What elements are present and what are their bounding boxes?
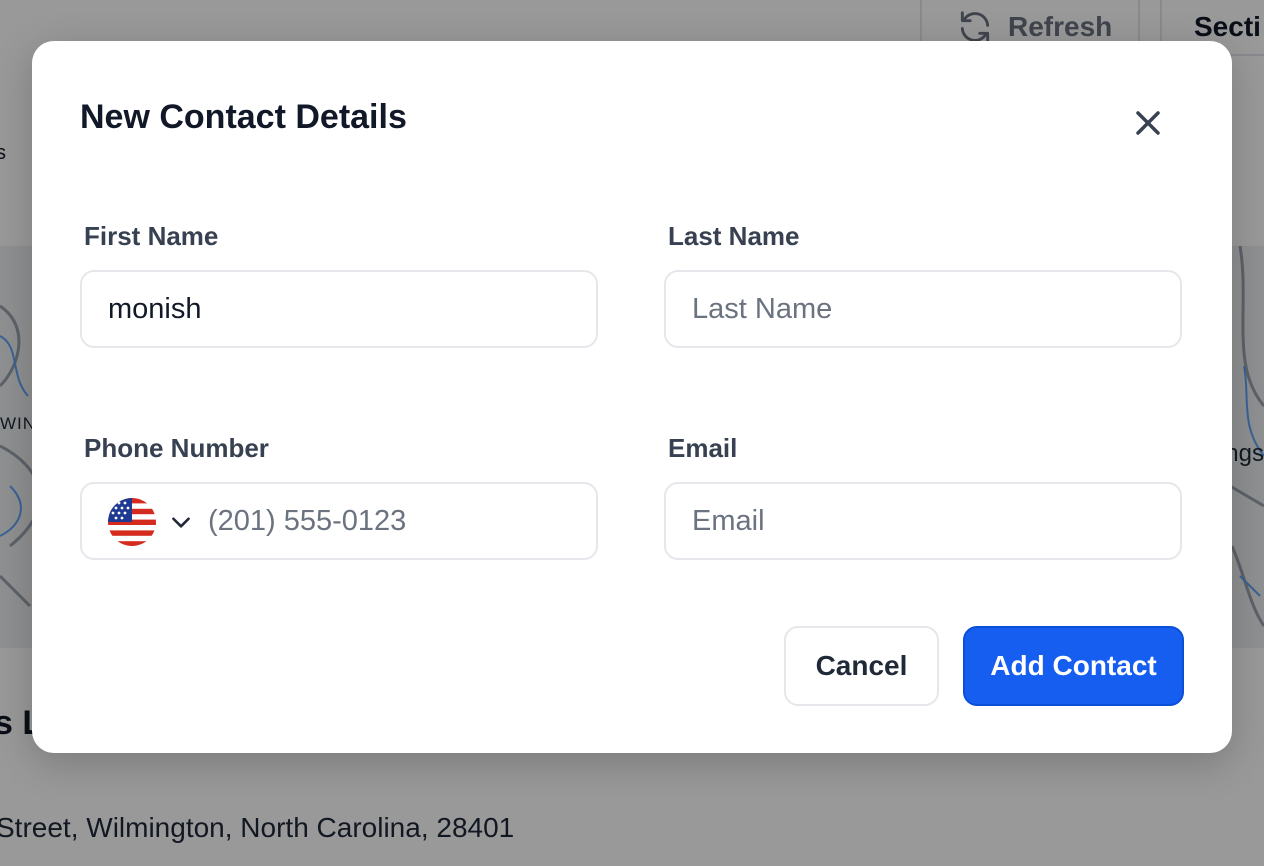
- cancel-button[interactable]: Cancel: [784, 626, 939, 706]
- new-contact-modal: New Contact Details First Name Last Name…: [32, 41, 1232, 753]
- close-button[interactable]: [1128, 103, 1168, 143]
- us-flag-icon: [108, 498, 156, 546]
- first-name-field-container: [80, 270, 598, 348]
- last-name-field-container: [664, 270, 1182, 348]
- last-name-input[interactable]: [666, 272, 1180, 346]
- close-icon: [1136, 111, 1160, 135]
- phone-field-container: [80, 482, 598, 560]
- phone-number-label: Phone Number: [84, 433, 269, 463]
- country-code-select[interactable]: [108, 498, 194, 546]
- first-name-label: First Name: [84, 221, 219, 251]
- page: Refresh Secti s WIN ngs s L: [0, 0, 1264, 866]
- email-field-container: [664, 482, 1182, 560]
- chevron-down-icon: [172, 517, 190, 528]
- email-label: Email: [668, 433, 738, 463]
- email-input[interactable]: [666, 484, 1180, 558]
- first-name-input[interactable]: [82, 272, 596, 346]
- add-contact-button[interactable]: Add Contact: [963, 626, 1184, 706]
- last-name-label: Last Name: [668, 221, 800, 251]
- modal-title: New Contact Details: [80, 98, 407, 136]
